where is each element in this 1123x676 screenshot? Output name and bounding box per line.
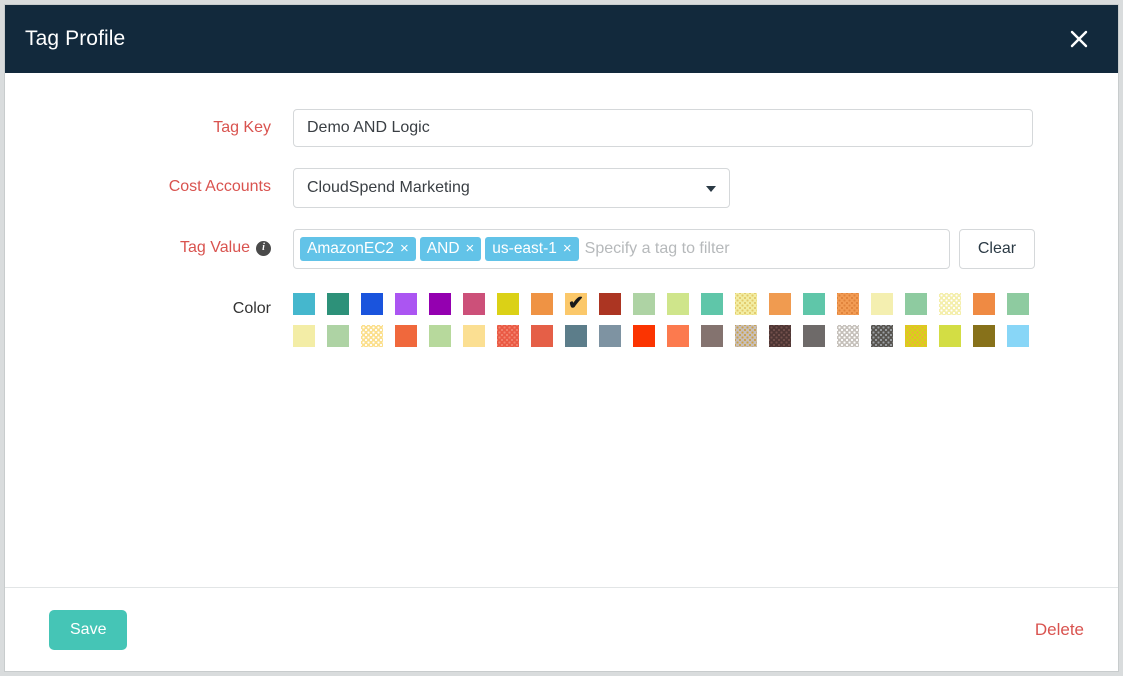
- color-swatch[interactable]: [1007, 325, 1029, 347]
- color-swatch[interactable]: [497, 293, 519, 315]
- color-swatch[interactable]: [939, 325, 961, 347]
- color-swatch[interactable]: [599, 325, 621, 347]
- color-swatch[interactable]: [463, 293, 485, 315]
- close-glyph: [1069, 29, 1089, 49]
- color-swatch[interactable]: [973, 325, 995, 347]
- tag-token: AND ×: [420, 237, 482, 261]
- cost-accounts-select[interactable]: [293, 168, 730, 208]
- color-swatch[interactable]: [599, 293, 621, 315]
- color-swatch[interactable]: [361, 293, 383, 315]
- tag-key-input[interactable]: [293, 109, 1033, 147]
- info-icon[interactable]: i: [256, 241, 271, 256]
- tag-token: AmazonEC2 ×: [300, 237, 416, 261]
- color-label: Color: [5, 290, 293, 328]
- close-icon[interactable]: [1062, 22, 1096, 56]
- color-swatch[interactable]: [667, 293, 689, 315]
- tag-token-label: AND: [427, 240, 460, 257]
- tag-filter-input[interactable]: [583, 236, 943, 262]
- field-row-color: Color ✔: [5, 290, 1118, 357]
- tag-token-label: us-east-1: [492, 240, 557, 257]
- color-swatch[interactable]: [395, 293, 417, 315]
- color-swatch[interactable]: [701, 325, 723, 347]
- tag-profile-dialog: Tag Profile Tag Key Cost Accounts: [4, 4, 1119, 672]
- color-swatch[interactable]: [497, 325, 519, 347]
- color-swatch[interactable]: [667, 325, 689, 347]
- color-swatch[interactable]: [769, 325, 791, 347]
- color-swatch[interactable]: [633, 293, 655, 315]
- color-swatch[interactable]: [803, 325, 825, 347]
- tag-key-label: Tag Key: [5, 109, 293, 147]
- save-button[interactable]: Save: [49, 610, 127, 650]
- tag-value-label: Tag Value i: [5, 229, 293, 267]
- color-swatch[interactable]: [429, 293, 451, 315]
- color-swatch[interactable]: [463, 325, 485, 347]
- color-swatch[interactable]: [395, 325, 417, 347]
- delete-button[interactable]: Delete: [1025, 614, 1094, 646]
- checkmark-icon: ✔: [568, 294, 584, 313]
- tag-token-label: AmazonEC2: [307, 240, 394, 257]
- cost-accounts-control: [293, 168, 1118, 208]
- color-swatch[interactable]: [633, 325, 655, 347]
- field-row-tag-key: Tag Key: [5, 109, 1118, 147]
- color-swatch[interactable]: [735, 325, 757, 347]
- color-swatch[interactable]: [293, 293, 315, 315]
- color-swatch[interactable]: [837, 325, 859, 347]
- color-swatch[interactable]: [327, 325, 349, 347]
- color-swatch[interactable]: [293, 325, 315, 347]
- color-swatch[interactable]: ✔: [565, 293, 587, 315]
- field-row-cost-accounts: Cost Accounts: [5, 168, 1118, 208]
- dialog-header: Tag Profile: [5, 5, 1118, 73]
- tag-token-remove-icon[interactable]: ×: [466, 241, 475, 256]
- cost-accounts-select-wrap: [293, 168, 730, 208]
- color-swatch[interactable]: [769, 293, 791, 315]
- color-swatch[interactable]: [803, 293, 825, 315]
- tag-token: us-east-1 ×: [485, 237, 578, 261]
- color-swatch[interactable]: [531, 325, 553, 347]
- color-swatch[interactable]: [429, 325, 451, 347]
- dialog-body: Tag Key Cost Accounts Tag Value i: [5, 73, 1118, 587]
- tag-key-control: [293, 109, 1118, 147]
- color-swatch[interactable]: [871, 325, 893, 347]
- color-swatch[interactable]: [871, 293, 893, 315]
- page-title: Tag Profile: [25, 27, 125, 51]
- color-swatch[interactable]: [837, 293, 859, 315]
- field-row-tag-value: Tag Value i AmazonEC2 × AND × us-east-1 ×: [5, 229, 1118, 269]
- cost-accounts-label: Cost Accounts: [5, 168, 293, 206]
- color-swatch[interactable]: [973, 293, 995, 315]
- color-swatch[interactable]: [939, 293, 961, 315]
- tag-token-remove-icon[interactable]: ×: [400, 241, 409, 256]
- color-swatch[interactable]: [905, 293, 927, 315]
- tag-value-label-text: Tag Value: [180, 239, 250, 256]
- tag-value-control: AmazonEC2 × AND × us-east-1 × Clear: [293, 229, 1118, 269]
- color-swatch-row: ✔: [293, 293, 1029, 315]
- color-swatch-row: [293, 325, 1029, 347]
- color-swatch[interactable]: [701, 293, 723, 315]
- dialog-footer: Save Delete: [5, 587, 1118, 671]
- color-swatch[interactable]: [361, 325, 383, 347]
- color-swatch[interactable]: [905, 325, 927, 347]
- color-swatch-grid: ✔: [293, 290, 1029, 357]
- color-swatch[interactable]: [327, 293, 349, 315]
- tag-token-field[interactable]: AmazonEC2 × AND × us-east-1 ×: [293, 229, 950, 269]
- color-swatch[interactable]: [565, 325, 587, 347]
- tag-token-remove-icon[interactable]: ×: [563, 241, 572, 256]
- color-swatch[interactable]: [1007, 293, 1029, 315]
- color-swatch[interactable]: [531, 293, 553, 315]
- clear-button[interactable]: Clear: [959, 229, 1035, 269]
- color-swatch[interactable]: [735, 293, 757, 315]
- color-control: ✔: [293, 290, 1118, 357]
